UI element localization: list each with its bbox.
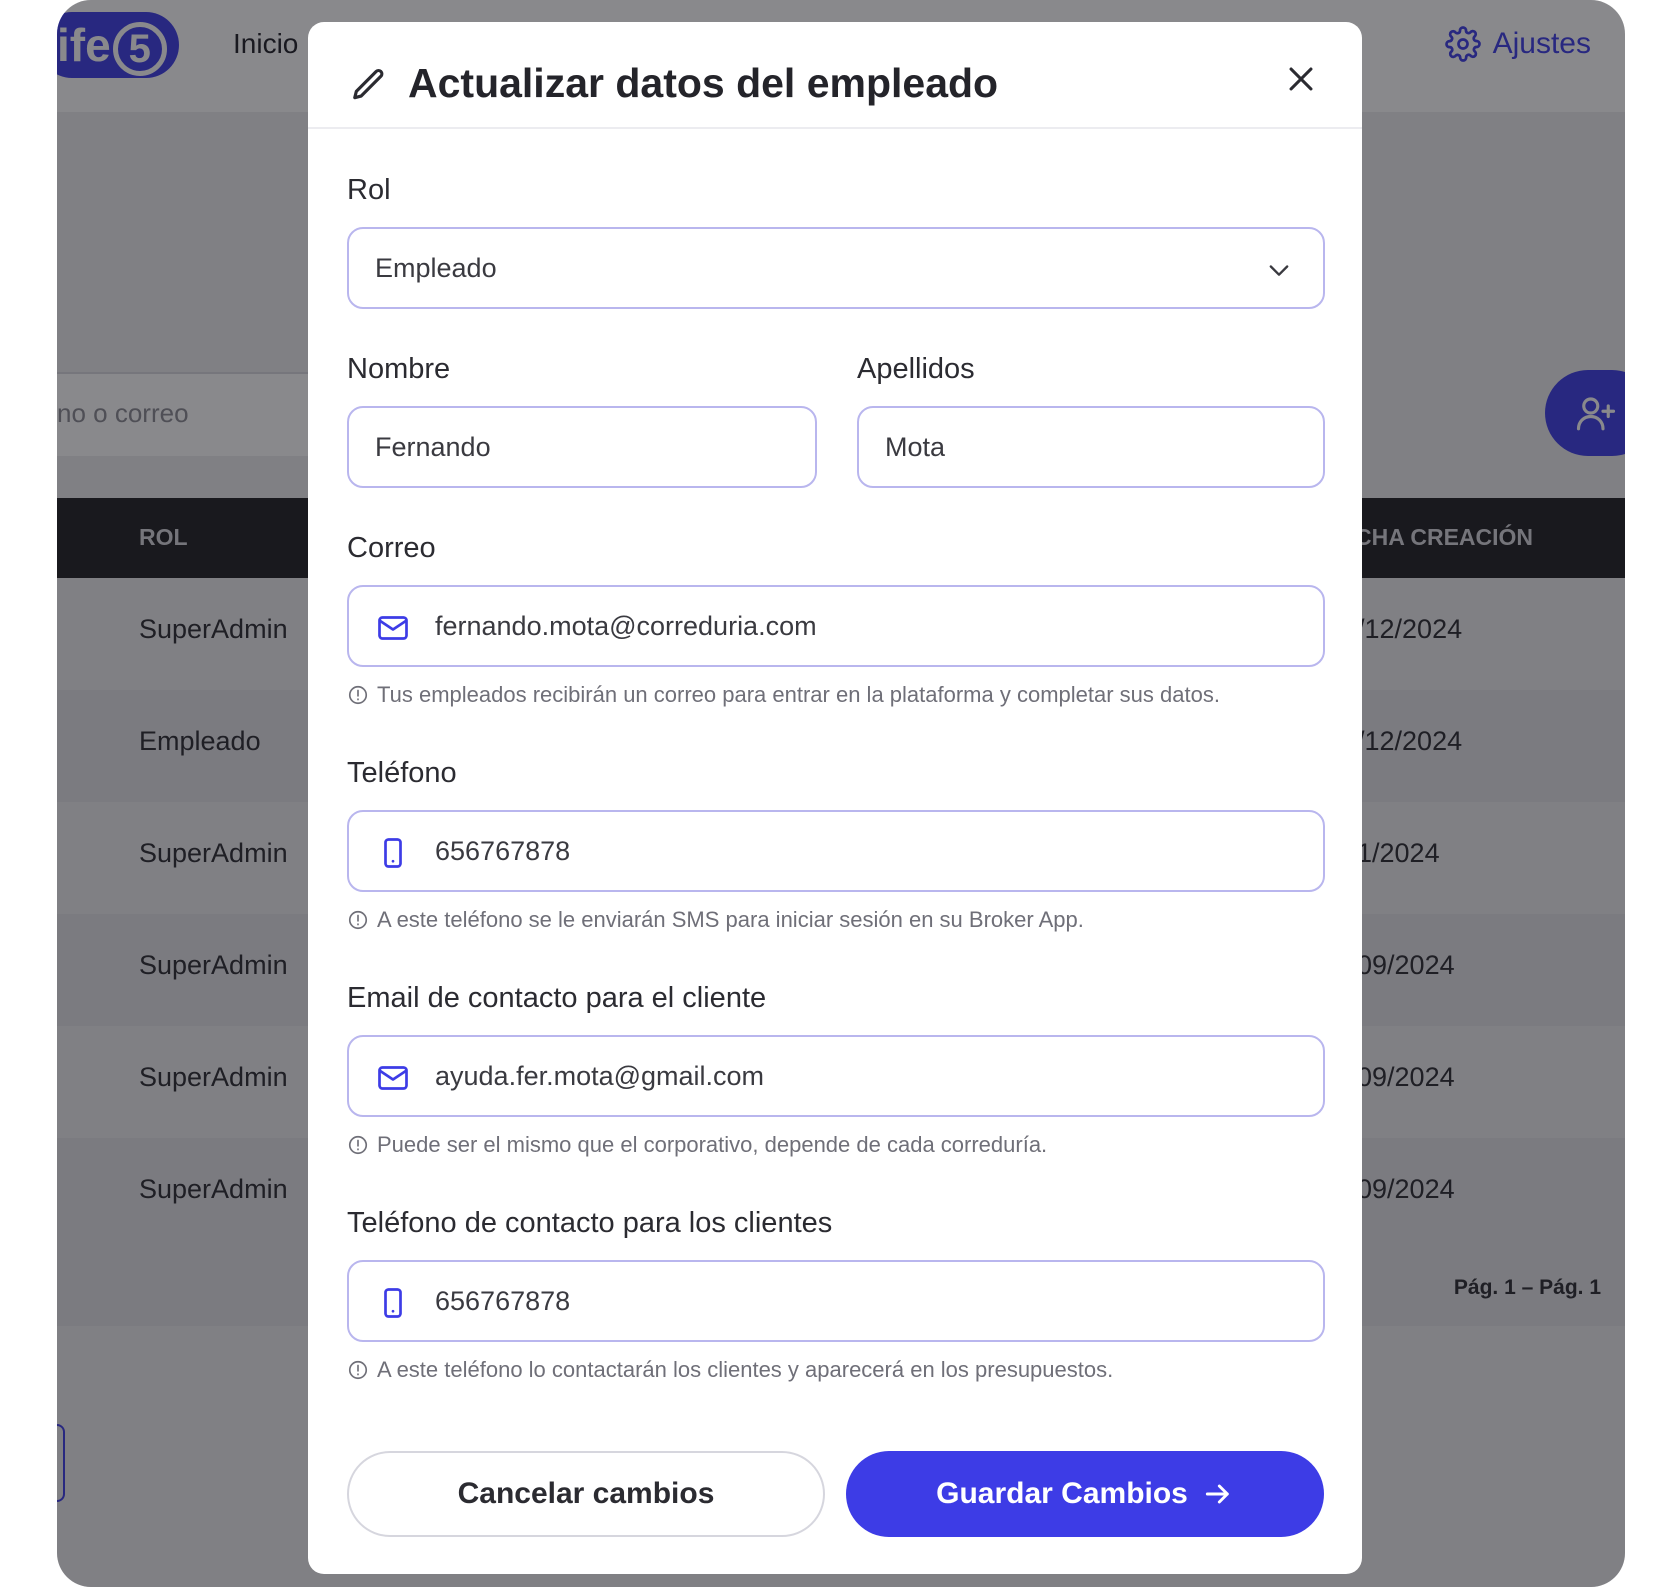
apellidos-label: Apellidos — [857, 353, 975, 385]
correo-hint-text: Tus empleados recibirán un correo para e… — [377, 682, 1220, 707]
telefono-cliente-hint: A este teléfono lo contactarán los clien… — [347, 1357, 1113, 1383]
telefono-cliente-field[interactable]: 656767878 — [347, 1260, 1325, 1342]
correo-label: Correo — [347, 532, 436, 564]
rol-label: Rol — [347, 174, 391, 206]
pencil-icon — [353, 69, 384, 100]
correo-hint: Tus empleados recibirán un correo para e… — [347, 682, 1220, 708]
rol-select[interactable]: Empleado — [347, 227, 1325, 309]
save-button-label: Guardar Cambios — [936, 1477, 1188, 1510]
email-cliente-value: ayuda.fer.mota@gmail.com — [435, 1061, 765, 1091]
telefono-field[interactable]: 656767878 — [347, 810, 1325, 892]
cancel-button[interactable]: Cancelar cambios — [347, 1451, 825, 1537]
apellidos-value: Mota — [885, 432, 946, 462]
mail-icon — [378, 616, 408, 640]
telefono-label: Teléfono — [347, 757, 457, 789]
email-cliente-hint: Puede ser el mismo que el corporativo, d… — [347, 1132, 1047, 1158]
phone-icon — [384, 1288, 402, 1318]
nombre-label: Nombre — [347, 353, 451, 385]
info-icon — [348, 1360, 368, 1380]
email-cliente-field[interactable]: ayuda.fer.mota@gmail.com — [347, 1035, 1325, 1117]
telefono-cliente-hint-text: A este teléfono lo contactarán los clien… — [377, 1357, 1114, 1382]
nombre-field[interactable]: Fernando — [347, 406, 817, 488]
email-cliente-label: Email de contacto para el cliente — [347, 982, 767, 1014]
close-icon[interactable] — [1284, 62, 1318, 96]
mail-icon — [378, 1066, 408, 1090]
cancel-button-label: Cancelar cambios — [457, 1477, 715, 1510]
correo-value: fernando.mota@correduria.com — [435, 611, 817, 641]
info-icon — [348, 685, 368, 705]
modal-title: Actualizar datos del empleado — [408, 60, 999, 106]
nombre-value: Fernando — [375, 432, 491, 462]
telefono-cliente-label: Teléfono de contacto para los clientes — [347, 1207, 833, 1239]
telefono-value: 656767878 — [435, 836, 571, 866]
info-icon — [348, 1135, 368, 1155]
telefono-hint: A este teléfono se le enviarán SMS para … — [347, 907, 1084, 933]
save-button[interactable]: Guardar Cambios — [846, 1451, 1324, 1537]
telefono-hint-text: A este teléfono se le enviarán SMS para … — [377, 907, 1084, 932]
info-icon — [348, 910, 368, 930]
email-cliente-hint-text: Puede ser el mismo que el corporativo, d… — [377, 1132, 1048, 1157]
apellidos-field[interactable]: Mota — [857, 406, 1325, 488]
telefono-cliente-value: 656767878 — [435, 1286, 571, 1316]
rol-value: Empleado — [375, 253, 497, 283]
correo-field[interactable]: fernando.mota@correduria.com — [347, 585, 1325, 667]
modal-header: Actualizar datos del empleado — [308, 22, 1362, 129]
phone-icon — [384, 838, 402, 868]
edit-employee-modal: Actualizar datos del empleado Rol Emplea… — [308, 22, 1362, 1574]
arrow-right-icon — [1205, 1484, 1229, 1504]
chevron-down-icon — [1269, 265, 1289, 276]
